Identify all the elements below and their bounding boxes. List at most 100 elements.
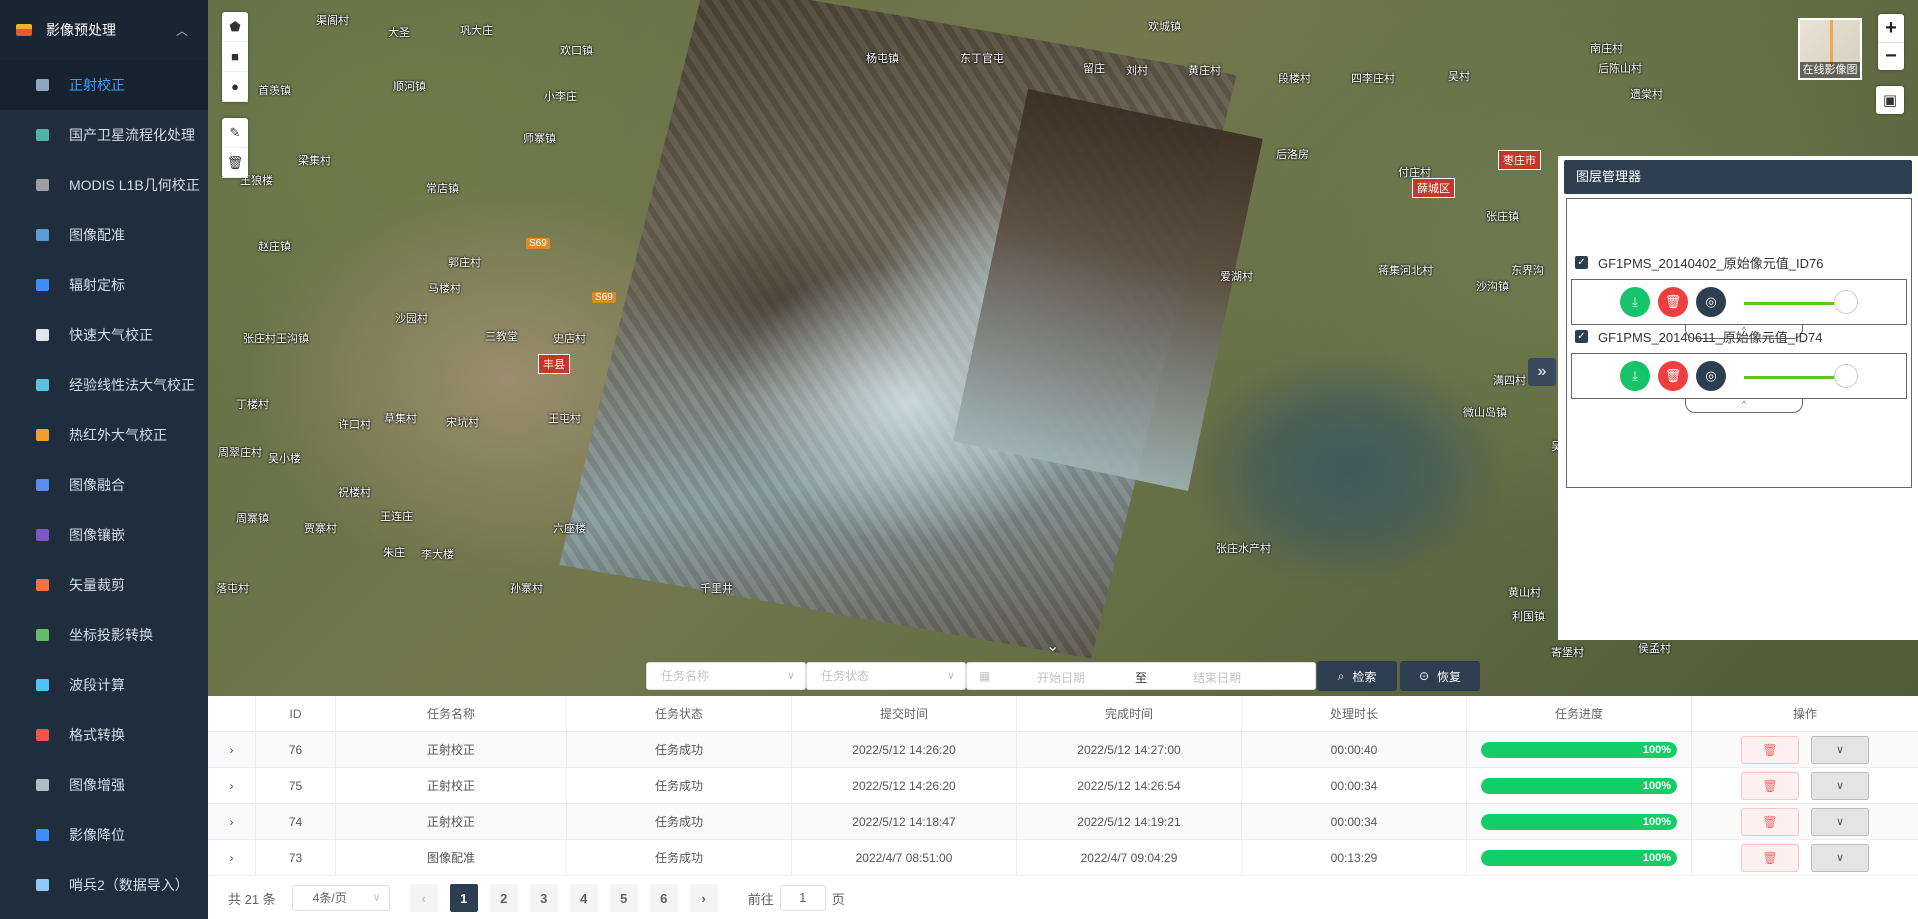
sidebar-item[interactable]: 波段计算 (0, 660, 208, 710)
expand-row-button[interactable]: › (208, 768, 256, 803)
task-name-placeholder: 任务名称 (661, 669, 710, 683)
opacity-slider-track[interactable] (1744, 376, 1834, 379)
trash-icon: 🗑 (1664, 294, 1682, 309)
delete-task-button[interactable]: 🗑 (1741, 735, 1799, 764)
tool-icon (36, 579, 49, 591)
layer-download-button[interactable]: ⤓ (1620, 287, 1650, 317)
cell-progress: 100% (1467, 768, 1692, 803)
delete-task-button[interactable]: 🗑 (1741, 807, 1799, 836)
task-name-select[interactable]: 任务名称 ∨ (646, 662, 806, 690)
opacity-slider-track[interactable] (1744, 302, 1834, 305)
prev-page-button[interactable]: ‹ (409, 884, 438, 912)
sidebar-group-header[interactable]: 影像预处理 ︿ (0, 0, 208, 60)
next-page-button[interactable]: › (689, 884, 718, 912)
page-size-select[interactable]: 4条/页 ∨ (291, 885, 390, 911)
cell-task-status: 任务成功 (567, 804, 792, 839)
trash-tool-icon[interactable]: 🗑 (222, 148, 248, 178)
layer-locate-button[interactable]: ◎ (1696, 287, 1726, 317)
map-place-label: 寄堡村 (1551, 647, 1584, 659)
start-date-input[interactable]: 开始日期 (1037, 669, 1085, 686)
cell-submit-time: 2022/5/12 14:26:20 (792, 732, 1017, 767)
layer-visibility-checkbox[interactable]: ✓ (1575, 256, 1588, 269)
opacity-slider-handle[interactable] (1834, 364, 1858, 388)
table-row[interactable]: › 73 图像配准 任务成功 2022/4/7 08:51:00 2022/4/7 09:… (208, 840, 1918, 876)
delete-task-button[interactable]: 🗑 (1741, 843, 1799, 872)
table-row[interactable]: › 74 正射校正 任务成功 2022/5/12 14:18:47 2022/5/12 1… (208, 804, 1918, 840)
basemap-switcher[interactable]: 在线影像图 (1798, 18, 1862, 80)
goto-suffix: 页 (831, 891, 845, 907)
edit-toolbar: ✎ 🗑 (222, 118, 248, 178)
sidebar-item[interactable]: 影像降位 (0, 810, 208, 860)
layer-toggle-button[interactable]: ▣ (1876, 86, 1904, 114)
page-button[interactable]: 6 (649, 884, 678, 912)
sidebar-item[interactable]: 图像配准 (0, 210, 208, 260)
sidebar-item[interactable]: 热红外大气校正 (0, 410, 208, 460)
cell-actions: 🗑 ∨ (1692, 768, 1918, 803)
task-table: ID 任务名称 任务状态 提交时间 完成时间 处理时长 任务进度 操作 › 76 正… (208, 696, 1918, 876)
search-button[interactable]: ⌕ 检索 (1317, 661, 1397, 691)
layer-locate-button[interactable]: ◎ (1696, 361, 1726, 391)
date-range-picker[interactable]: ▦ 开始日期 至 结束日期 (966, 662, 1316, 690)
layer-expand-tab[interactable]: ^ (1685, 399, 1803, 413)
page-button[interactable]: 1 (449, 884, 478, 912)
end-date-input[interactable]: 结束日期 (1193, 669, 1241, 686)
opacity-slider-handle[interactable] (1834, 290, 1858, 314)
map-place-label: 郭庄村 (448, 257, 481, 269)
goto-page-input[interactable]: 1 (779, 885, 826, 911)
reset-button[interactable]: ⊙ 恢复 (1400, 661, 1480, 691)
zoom-out-button[interactable]: − (1878, 42, 1904, 70)
panel-collapse-button[interactable]: » (1528, 358, 1556, 386)
layer-visibility-checkbox[interactable]: ✓ (1575, 330, 1588, 343)
page-button[interactable]: 2 (489, 884, 518, 912)
more-actions-button[interactable]: ∨ (1811, 735, 1869, 764)
zoom-in-button[interactable]: + (1878, 14, 1904, 42)
table-row[interactable]: › 75 正射校正 任务成功 2022/5/12 14:26:20 2022/5/12 1… (208, 768, 1918, 804)
sidebar-item[interactable]: 图像镶嵌 (0, 510, 208, 560)
more-actions-button[interactable]: ∨ (1811, 807, 1869, 836)
sidebar-item[interactable]: 图像融合 (0, 460, 208, 510)
sidebar-item-label: 波段计算 (69, 677, 125, 693)
map-place-label: 黄山村 (1508, 587, 1541, 599)
map-place-label: 巩大庄 (460, 25, 493, 37)
polygon-tool-icon[interactable]: ⬟ (222, 12, 248, 42)
table-collapse-button[interactable]: ⌄ (1046, 636, 1059, 656)
sidebar-item-label: 图像增强 (69, 777, 125, 793)
sidebar-item[interactable]: 辐射定标 (0, 260, 208, 310)
sidebar-item[interactable]: 快速大气校正 (0, 310, 208, 360)
tool-icon (36, 379, 49, 391)
chevron-down-icon: ∨ (786, 670, 795, 682)
map-place-label: 宋坑村 (446, 417, 479, 429)
more-actions-button[interactable]: ∨ (1811, 843, 1869, 872)
layer-delete-button[interactable]: 🗑 (1658, 361, 1688, 391)
sidebar-item[interactable]: 图像增强 (0, 760, 208, 810)
map-place-label: 马楼村 (428, 283, 461, 295)
page-button[interactable]: 5 (609, 884, 638, 912)
map-place-label: 首羡镇 (258, 85, 291, 97)
layer-delete-button[interactable]: 🗑 (1658, 287, 1688, 317)
page-button[interactable]: 4 (569, 884, 598, 912)
sidebar-item[interactable]: 格式转换 (0, 710, 208, 760)
task-status-select[interactable]: 任务状态 ∨ (806, 662, 966, 690)
expand-row-button[interactable]: › (208, 732, 256, 767)
expand-row-button[interactable]: › (208, 840, 256, 875)
delete-task-button[interactable]: 🗑 (1741, 771, 1799, 800)
rectangle-tool-icon[interactable]: ■ (222, 42, 248, 72)
sidebar-item[interactable]: 国产卫星流程化处理 (0, 110, 208, 160)
cell-id: 76 (256, 732, 336, 767)
sidebar-item[interactable]: 矢量裁剪 (0, 560, 208, 610)
page-button[interactable]: 3 (529, 884, 558, 912)
more-actions-button[interactable]: ∨ (1811, 771, 1869, 800)
sidebar-item[interactable]: MODIS L1B几何校正 (0, 160, 208, 210)
sidebar-item[interactable]: 经验线性法大气校正 (0, 360, 208, 410)
table-row[interactable]: › 76 正射校正 任务成功 2022/5/12 14:26:20 2022/5/12 1… (208, 732, 1918, 768)
download-icon: ⤓ (1632, 368, 1638, 383)
sidebar-item[interactable]: 坐标投影转换 (0, 610, 208, 660)
edit-tool-icon[interactable]: ✎ (222, 118, 248, 148)
expand-row-button[interactable]: › (208, 804, 256, 839)
progress-bar: 100% (1481, 849, 1677, 866)
circle-tool-icon[interactable]: ● (222, 72, 248, 102)
sidebar-item[interactable]: 哨兵2（数据导入） (0, 860, 208, 910)
layer-download-button[interactable]: ⤓ (1620, 361, 1650, 391)
layer-name: GF1PMS_20140402_原始像元值_ID76 (1598, 256, 1824, 271)
sidebar-item[interactable]: 正射校正 (0, 60, 208, 110)
